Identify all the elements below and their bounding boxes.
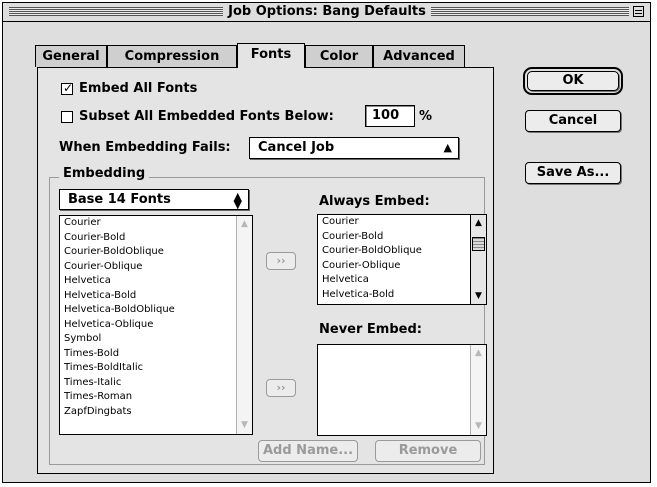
scroll-down-arrow-icon[interactable]: ▼ — [473, 420, 484, 433]
list-item[interactable]: Times-Bold — [60, 347, 236, 362]
list-item[interactable]: Helvetica-BoldOblique — [60, 303, 236, 318]
list-item[interactable]: Courier-BoldOblique — [60, 245, 236, 260]
move-to-always-embed-button[interactable]: ›› — [266, 252, 296, 270]
never-embed-scrollbar[interactable]: ▲ ▼ — [470, 345, 486, 435]
always-embed-list[interactable]: Courier Courier-Bold Courier-BoldOblique Co… — [317, 214, 487, 305]
list-item[interactable]: ZapfDingbats — [60, 405, 236, 420]
list-item[interactable]: Helvetica — [318, 273, 470, 288]
tab-color[interactable]: Color — [305, 45, 373, 67]
tab-general[interactable]: General — [35, 45, 107, 67]
list-item[interactable]: Times-Roman — [60, 390, 236, 405]
scroll-thumb[interactable] — [472, 237, 485, 251]
always-embed-items: Courier Courier-Bold Courier-BoldOblique Co… — [318, 215, 470, 304]
title-stripes-right — [431, 7, 629, 16]
always-embed-label: Always Embed: — [319, 194, 430, 209]
never-embed-label: Never Embed: — [319, 322, 422, 337]
zoom-box-icon[interactable] — [633, 6, 644, 17]
never-embed-list[interactable]: ▲ ▼ — [317, 344, 487, 436]
never-embed-items — [318, 345, 470, 435]
list-item[interactable]: Times-BoldItalic — [60, 361, 236, 376]
move-right-icon: ›› — [276, 254, 286, 267]
move-right-icon: ›› — [276, 381, 286, 394]
embed-all-fonts-checkbox[interactable]: ✓ — [61, 81, 74, 95]
source-fonts-items: Courier Courier-Bold Courier-BoldOblique Co… — [60, 216, 236, 434]
when-embedding-fails-popup[interactable]: Cancel Job ▲ — [249, 137, 459, 159]
list-item[interactable]: Symbol — [60, 332, 236, 347]
always-embed-scrollbar[interactable]: ▲ ▼ — [470, 215, 486, 304]
list-item[interactable]: Helvetica-Bold — [318, 288, 470, 303]
font-source-popup[interactable]: Base 14 Fonts ▲ ▼ — [59, 189, 249, 210]
source-list-scrollbar[interactable]: ▲ ▼ — [236, 216, 252, 434]
list-item[interactable]: Courier-BoldOblique — [318, 244, 470, 259]
move-to-never-embed-button[interactable]: ›› — [266, 379, 296, 397]
up-down-arrows-icon: ▲ ▼ — [233, 190, 242, 211]
font-source-value: Base 14 Fonts — [68, 192, 171, 207]
list-item[interactable]: Helvetica — [60, 274, 236, 289]
job-options-window: Job Options: Bang Defaults General Compr… — [2, 2, 651, 483]
scroll-down-arrow-icon[interactable]: ▼ — [473, 290, 484, 303]
scroll-up-arrow-icon[interactable]: ▲ — [473, 217, 484, 230]
ok-button[interactable]: OK — [523, 67, 623, 95]
tab-fonts[interactable]: Fonts — [237, 43, 305, 68]
scroll-up-arrow-icon[interactable]: ▲ — [473, 347, 484, 360]
add-name-button[interactable]: Add Name... — [258, 440, 358, 462]
list-item[interactable]: Courier-Bold — [60, 231, 236, 246]
remove-button[interactable]: Remove — [375, 440, 481, 462]
embedding-group-title: Embedding — [59, 166, 150, 181]
list-item[interactable]: Helvetica-Oblique — [60, 318, 236, 333]
cancel-button[interactable]: Cancel — [525, 110, 621, 132]
subset-percent-field[interactable]: 100 — [365, 105, 415, 127]
embed-all-fonts-label[interactable]: Embed All Fonts — [79, 81, 197, 96]
title-stripes-left — [9, 7, 223, 16]
list-item[interactable]: Courier — [60, 216, 236, 231]
window-title: Job Options: Bang Defaults — [228, 3, 426, 21]
tab-compression[interactable]: Compression — [107, 45, 237, 67]
tab-advanced[interactable]: Advanced — [373, 45, 465, 67]
list-item[interactable]: Courier — [318, 215, 470, 230]
save-as-button[interactable]: Save As... — [525, 162, 621, 184]
subset-fonts-checkbox[interactable] — [61, 111, 73, 123]
list-item[interactable]: Courier-Bold — [318, 230, 470, 245]
list-item[interactable]: Times-Italic — [60, 376, 236, 391]
title-bar[interactable]: Job Options: Bang Defaults — [3, 3, 650, 22]
source-fonts-list[interactable]: Courier Courier-Bold Courier-BoldOblique Co… — [59, 215, 253, 435]
when-embedding-fails-label: When Embedding Fails: — [59, 140, 231, 155]
scroll-up-arrow-icon[interactable]: ▲ — [239, 218, 250, 231]
when-embedding-fails-value: Cancel Job — [258, 140, 335, 155]
up-down-arrows-icon: ▲ — [443, 141, 452, 154]
scroll-down-arrow-icon[interactable]: ▼ — [239, 419, 250, 432]
subset-fonts-label[interactable]: Subset All Embedded Fonts Below: — [79, 109, 334, 124]
percent-label: % — [419, 109, 433, 124]
check-icon: ✓ — [63, 81, 74, 95]
list-item[interactable]: Courier-Oblique — [318, 259, 470, 274]
list-item[interactable]: Helvetica-Bold — [60, 289, 236, 304]
list-item[interactable]: Courier-Oblique — [60, 260, 236, 275]
